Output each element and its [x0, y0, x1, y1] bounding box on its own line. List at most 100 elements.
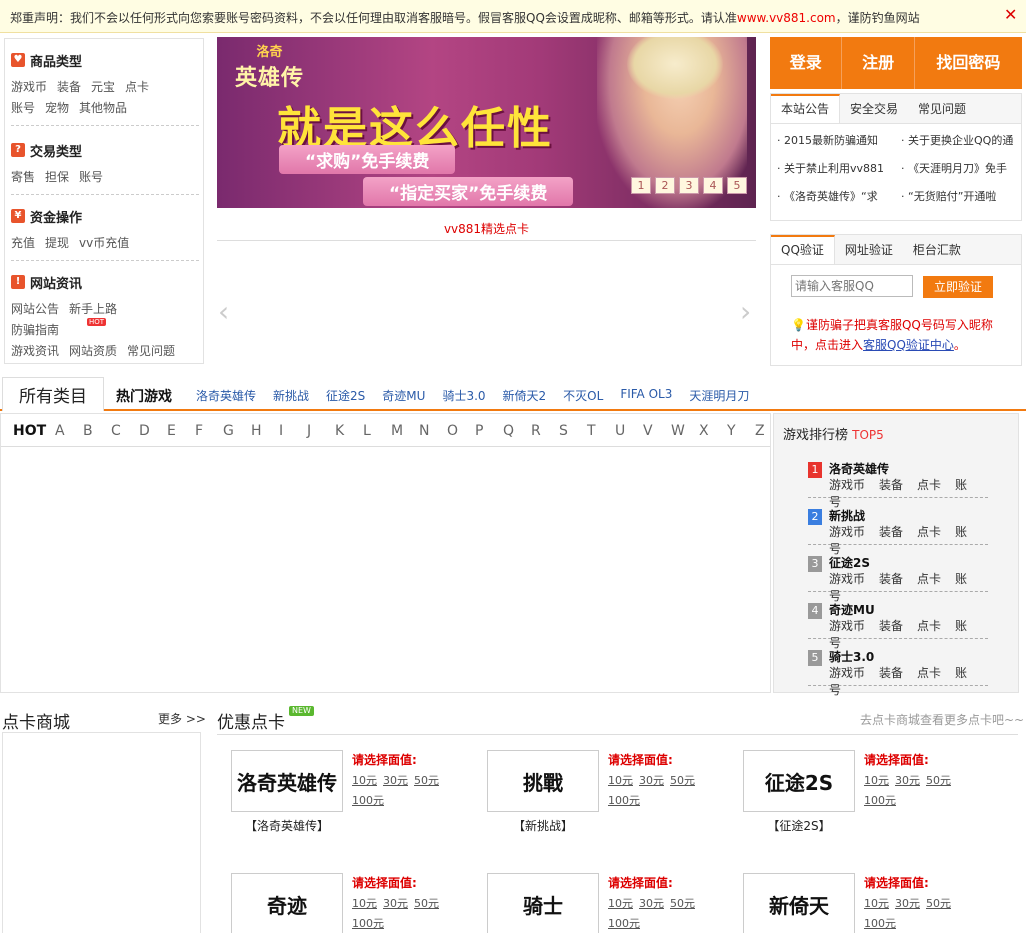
rank-link[interactable]: 游戏币 — [829, 666, 865, 680]
login-button[interactable]: 登录 — [770, 37, 843, 89]
discount-cards-more-link[interactable]: 去点卡商城查看更多点卡吧~~ — [860, 711, 1024, 728]
card-value-option[interactable]: 30元 — [383, 897, 408, 910]
rank-link[interactable]: 游戏币 — [829, 572, 865, 586]
alpha-letter[interactable]: D — [139, 423, 167, 439]
rank-link[interactable]: 装备 — [879, 619, 903, 633]
alpha-letter[interactable]: Y — [727, 423, 755, 439]
verify-button[interactable]: 立即验证 — [923, 276, 993, 298]
card-value-option[interactable]: 10元 — [864, 897, 889, 910]
alpha-letter[interactable]: J — [307, 423, 335, 439]
hot-game-link[interactable]: FIFA OL3 — [620, 387, 672, 404]
card-value-option[interactable]: 30元 — [639, 774, 664, 787]
category-link[interactable]: 寄售 — [11, 167, 35, 188]
category-link[interactable]: 账号 — [79, 167, 103, 188]
category-link[interactable]: 游戏资讯 — [11, 341, 59, 362]
card-value-option[interactable]: 100元 — [608, 794, 640, 807]
card-value-option[interactable]: 100元 — [608, 917, 640, 930]
category-link[interactable]: 其他物品 — [79, 98, 127, 119]
banner-page-1[interactable]: 1 — [631, 177, 651, 194]
hot-game-link[interactable]: 不灭OL — [563, 387, 603, 404]
banner-page-5[interactable]: 5 — [727, 177, 747, 194]
hot-game-link[interactable]: 洛奇英雄传 — [196, 387, 256, 404]
all-categories-tab[interactable]: 所有类目 — [2, 377, 104, 411]
alpha-letter[interactable]: B — [83, 423, 111, 439]
chevron-right-icon[interactable]: › — [740, 295, 751, 328]
card-game-logo[interactable]: 新倚天 — [743, 873, 855, 933]
tab-safe-trade[interactable]: 安全交易 — [840, 94, 908, 123]
alpha-letter[interactable]: W — [671, 423, 699, 439]
alpha-letter[interactable]: L — [363, 423, 391, 439]
card-value-option[interactable]: 50元 — [670, 774, 695, 787]
alpha-letter[interactable]: R — [531, 423, 559, 439]
category-link[interactable]: 网站公告 — [11, 299, 59, 320]
card-value-option[interactable]: 10元 — [608, 774, 633, 787]
notice-url[interactable]: www.vv881.com — [737, 11, 836, 25]
card-value-option[interactable]: 30元 — [895, 774, 920, 787]
alpha-letter[interactable]: A — [55, 423, 83, 439]
promo-banner[interactable]: 洛奇 英雄传 就是这么任性 “求购”免手续费 “指定买家”免手续费 1 2 3 4… — [217, 37, 756, 208]
rank-game-name[interactable]: 奇迹MU — [829, 601, 875, 618]
hot-game-link[interactable]: 奇迹MU — [382, 387, 425, 404]
card-value-option[interactable]: 10元 — [608, 897, 633, 910]
category-link[interactable]: 新手上路 — [69, 299, 117, 320]
alpha-letter[interactable]: P — [475, 423, 503, 439]
category-link[interactable]: 装备 — [57, 77, 81, 98]
card-value-option[interactable]: 100元 — [864, 917, 896, 930]
category-link[interactable]: 账号 — [11, 98, 35, 119]
ranking-item[interactable]: 4 奇迹MU 游戏币 装备 点卡 账号 — [808, 601, 988, 650]
alpha-letter[interactable]: O — [447, 423, 475, 439]
card-value-option[interactable]: 100元 — [864, 794, 896, 807]
hot-game-link[interactable]: 新倚天2 — [503, 387, 547, 404]
rank-link[interactable]: 装备 — [879, 666, 903, 680]
card-value-option[interactable]: 50元 — [926, 897, 951, 910]
ranking-item[interactable]: 2 新挑战 游戏币 装备 点卡 账号 — [808, 507, 988, 556]
category-link[interactable]: 游戏币 — [11, 77, 47, 98]
alpha-letter[interactable]: I — [279, 423, 307, 439]
card-game-logo[interactable]: 挑戰 — [487, 750, 599, 812]
banner-page-2[interactable]: 2 — [655, 177, 675, 194]
alpha-letter[interactable]: U — [615, 423, 643, 439]
alpha-letter[interactable]: S — [559, 423, 587, 439]
hot-game-link[interactable]: 天涯明月刀 — [689, 387, 749, 404]
category-link[interactable]: 点卡 — [125, 77, 149, 98]
category-link[interactable]: 宠物 — [45, 98, 69, 119]
alpha-letter[interactable]: X — [699, 423, 727, 439]
rank-link[interactable]: 游戏币 — [829, 619, 865, 633]
alpha-letter[interactable]: T — [587, 423, 615, 439]
card-game-logo[interactable]: 征途2S — [743, 750, 855, 812]
rank-game-name[interactable]: 新挑战 — [829, 507, 865, 524]
alpha-letter[interactable]: G — [223, 423, 251, 439]
news-item[interactable]: · 关于禁止利用vv881 — [777, 160, 901, 176]
alpha-letter[interactable]: Q — [503, 423, 531, 439]
recover-password-button[interactable]: 找回密码 — [915, 37, 1022, 89]
rank-game-name[interactable]: 洛奇英雄传 — [829, 460, 889, 477]
hot-game-link[interactable]: 骑士3.0 — [442, 387, 485, 404]
card-value-option[interactable]: 50元 — [414, 774, 439, 787]
card-value-option[interactable]: 10元 — [352, 897, 377, 910]
news-item[interactable]: · 《天涯明月刀》免手 — [901, 160, 1025, 176]
ranking-item[interactable]: 3 征途2S 游戏币 装备 点卡 账号 — [808, 554, 988, 603]
rank-link[interactable]: 装备 — [879, 572, 903, 586]
hot-game-link[interactable]: 新挑战 — [273, 387, 309, 404]
ranking-item[interactable]: 1 洛奇英雄传 游戏币 装备 点卡 账号 — [808, 460, 988, 509]
rank-link[interactable]: 游戏币 — [829, 478, 865, 492]
rank-game-name[interactable]: 骑士3.0 — [829, 648, 874, 665]
card-value-option[interactable]: 50元 — [670, 897, 695, 910]
hot-game-link[interactable]: 征途2S — [326, 387, 365, 404]
news-item[interactable]: · 2015最新防骗通知 — [777, 132, 901, 148]
card-game-name[interactable]: 【征途2S】 — [743, 817, 855, 834]
category-link[interactable]: 充值 — [11, 233, 35, 254]
category-link[interactable]: 提现 — [45, 233, 69, 254]
tab-faq[interactable]: 常见问题 — [908, 94, 976, 123]
alpha-hot[interactable]: HOT — [13, 423, 55, 439]
rank-link[interactable]: 点卡 — [917, 619, 941, 633]
card-value-option[interactable]: 100元 — [352, 917, 384, 930]
category-link-fraud-guide[interactable]: 防骗指南 HOT — [11, 318, 107, 341]
category-link[interactable]: vv币充值 — [79, 233, 129, 254]
card-value-option[interactable]: 50元 — [926, 774, 951, 787]
alpha-letter[interactable]: N — [419, 423, 447, 439]
category-link[interactable]: 元宝 — [91, 77, 115, 98]
news-item[interactable]: · 关于更换企业QQ的通 — [901, 132, 1025, 148]
card-value-option[interactable]: 50元 — [414, 897, 439, 910]
ranking-item[interactable]: 5 骑士3.0 游戏币 装备 点卡 账号 — [808, 648, 988, 697]
